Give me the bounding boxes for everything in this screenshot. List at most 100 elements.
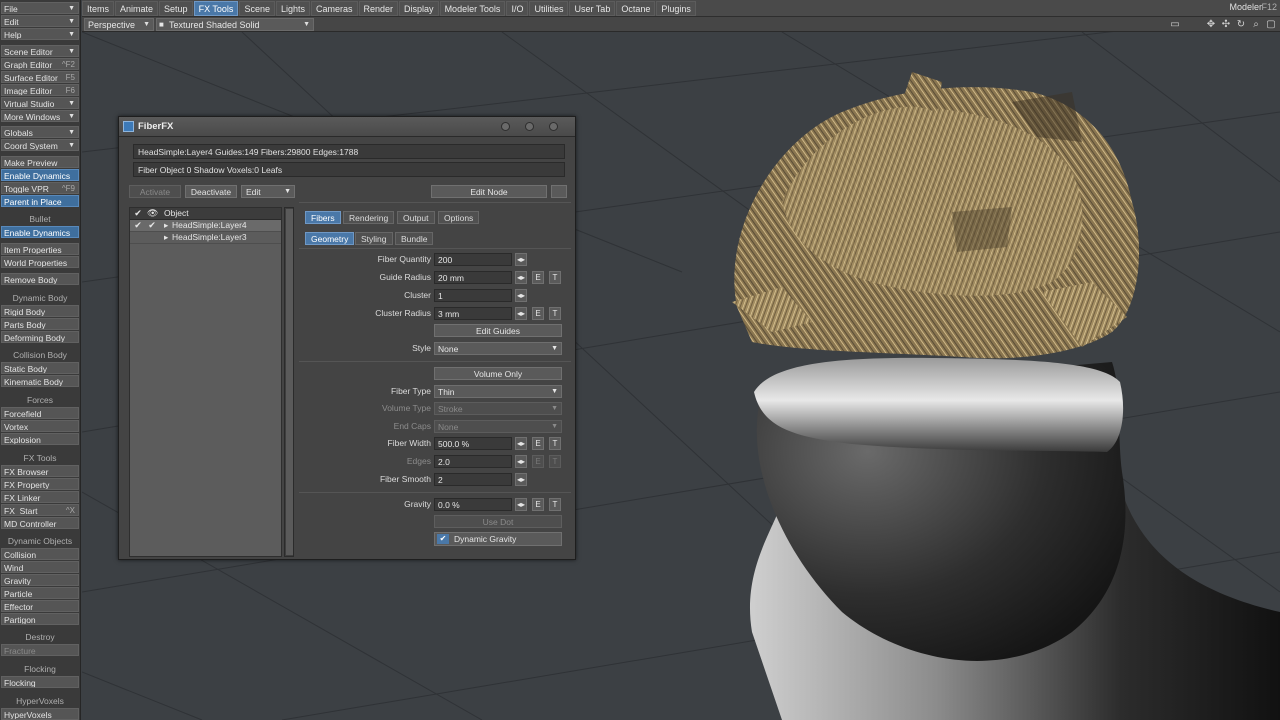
tab-render[interactable]: Render: [358, 0, 399, 16]
deactivate-button[interactable]: Deactivate: [185, 185, 237, 198]
help-menu[interactable]: Help ▼: [1, 28, 79, 40]
pan-view-icon[interactable]: ✣: [1219, 18, 1233, 31]
particle-button[interactable]: Particle: [1, 587, 79, 599]
maximize-button[interactable]: [525, 122, 534, 131]
item-properties-button[interactable]: Item Properties: [1, 243, 79, 255]
modeler-switch[interactable]: Modeler: [1229, 2, 1262, 12]
graph-editor-button[interactable]: Graph Editor ^F2: [1, 58, 79, 70]
expand-arrow-icon[interactable]: ▸: [164, 232, 168, 243]
tab-rendering[interactable]: Rendering: [343, 211, 395, 224]
world-properties-button[interactable]: World Properties: [1, 256, 79, 268]
envelope-button[interactable]: E: [532, 498, 544, 511]
envelope-button[interactable]: E: [532, 437, 544, 450]
fracture-button[interactable]: Fracture: [1, 644, 79, 656]
fiber-type-dropdown[interactable]: Thin ▼: [434, 385, 562, 398]
edit-dropdown[interactable]: Edit ▼: [241, 185, 295, 198]
enable-dynamics-button[interactable]: Enable Dynamics: [1, 169, 79, 181]
tab-user-tab[interactable]: User Tab: [569, 0, 616, 16]
texture-button[interactable]: T: [549, 271, 561, 284]
md-controller-button[interactable]: MD Controller: [1, 517, 79, 529]
activate-button[interactable]: Activate: [129, 185, 181, 198]
tab-octane[interactable]: Octane: [616, 0, 656, 16]
node-toggle-button[interactable]: [551, 185, 567, 198]
explosion-button[interactable]: Explosion: [1, 433, 79, 445]
minimize-button[interactable]: [501, 122, 510, 131]
edit-menu[interactable]: Edit ▼: [1, 15, 79, 27]
tab-setup[interactable]: Setup: [159, 0, 193, 16]
fiber-smooth-field[interactable]: 2: [434, 473, 512, 486]
use-dot-button[interactable]: Use Dot: [434, 515, 562, 528]
edges-field[interactable]: 2.0: [434, 455, 512, 468]
shading-mode-dropdown[interactable]: ■ Textured Shaded Solid ▼: [156, 18, 314, 31]
move-view-icon[interactable]: ✥: [1204, 18, 1218, 31]
tab-geometry[interactable]: Geometry: [305, 232, 355, 245]
close-button[interactable]: [549, 122, 558, 131]
slider-arrows-icon[interactable]: ◂▸: [515, 455, 527, 468]
scrollbar-thumb[interactable]: [286, 209, 293, 555]
tab-lights[interactable]: Lights: [275, 0, 310, 16]
texture-button[interactable]: T: [549, 307, 561, 320]
tab-fibers[interactable]: Fibers: [305, 211, 341, 224]
rigid-body-button[interactable]: Rigid Body: [1, 305, 79, 317]
zoom-icon[interactable]: ⌕: [1249, 18, 1263, 31]
tab-output[interactable]: Output: [397, 211, 435, 224]
slider-arrows-icon[interactable]: ◂▸: [515, 498, 527, 511]
cluster-field[interactable]: 1: [434, 289, 512, 302]
tab-styling[interactable]: Styling: [355, 232, 393, 245]
vortex-button[interactable]: Vortex: [1, 420, 79, 432]
visible-check-icon[interactable]: ✔: [147, 220, 157, 231]
toggle-vpr-button[interactable]: Toggle VPR ^F9: [1, 182, 79, 194]
scene-editor-button[interactable]: Scene Editor ▼: [1, 45, 79, 57]
slider-arrows-icon[interactable]: ◂▸: [515, 307, 527, 320]
image-editor-button[interactable]: Image Editor F6: [1, 84, 79, 96]
envelope-button[interactable]: E: [532, 307, 544, 320]
slider-arrows-icon[interactable]: ◂▸: [515, 289, 527, 302]
view-mode-dropdown[interactable]: Perspective ▼: [84, 18, 154, 31]
object-list-scrollbar[interactable]: [284, 207, 294, 557]
forcefield-button[interactable]: Forcefield: [1, 407, 79, 419]
parent-in-place-button[interactable]: Parent in Place: [1, 195, 79, 207]
maximize-icon[interactable]: ▭: [1168, 18, 1182, 31]
expand-arrow-icon[interactable]: ▸: [164, 220, 168, 231]
fiber-width-field[interactable]: 500.0 %: [434, 437, 512, 450]
volume-type-dropdown[interactable]: Stroke ▼: [434, 402, 562, 415]
parts-body-button[interactable]: Parts Body: [1, 318, 79, 330]
partigon-button[interactable]: Partigon: [1, 613, 79, 625]
tab-bundle[interactable]: Bundle: [395, 232, 434, 245]
bullet-enable-dynamics-button[interactable]: Enable Dynamics: [1, 226, 79, 238]
envelope-button[interactable]: E: [532, 271, 544, 284]
check-column-icon[interactable]: ✔: [133, 208, 143, 219]
active-check-icon[interactable]: ✔: [133, 220, 143, 231]
volume-only-button[interactable]: Volume Only: [434, 367, 562, 380]
fiber-quantity-field[interactable]: 200: [434, 253, 512, 266]
file-menu[interactable]: File ▼: [1, 2, 79, 14]
wind-button[interactable]: Wind: [1, 561, 79, 573]
tab-items[interactable]: Items: [82, 0, 115, 16]
tab-scene[interactable]: Scene: [239, 0, 275, 16]
end-caps-dropdown[interactable]: None ▼: [434, 420, 562, 433]
fx-browser-button[interactable]: FX Browser: [1, 465, 79, 477]
coord-system-button[interactable]: Coord System ▼: [1, 139, 79, 151]
tab-options[interactable]: Options: [438, 211, 480, 224]
rotate-view-icon[interactable]: ↻: [1234, 18, 1248, 31]
fx-linker-button[interactable]: FX Linker: [1, 491, 79, 503]
slider-arrows-icon[interactable]: ◂▸: [515, 253, 527, 266]
texture-button[interactable]: T: [549, 455, 561, 468]
slider-arrows-icon[interactable]: ◂▸: [515, 473, 527, 486]
texture-button[interactable]: T: [549, 437, 561, 450]
more-windows-button[interactable]: More Windows ▼: [1, 110, 79, 122]
effector-button[interactable]: Effector: [1, 600, 79, 612]
slider-arrows-icon[interactable]: ◂▸: [515, 271, 527, 284]
surface-editor-button[interactable]: Surface Editor F5: [1, 71, 79, 83]
dynamic-gravity-toggle[interactable]: ✔ Dynamic Gravity: [434, 532, 562, 546]
deforming-body-button[interactable]: Deforming Body: [1, 331, 79, 343]
tab-animate[interactable]: Animate: [115, 0, 159, 16]
make-preview-button[interactable]: Make Preview: [1, 156, 79, 168]
edit-node-button[interactable]: Edit Node: [431, 185, 547, 198]
fx-start-button[interactable]: FX_Start ^X: [1, 504, 79, 516]
tab-modeler-tools[interactable]: Modeler Tools: [439, 0, 506, 16]
gravity-field[interactable]: 0.0 %: [434, 498, 512, 511]
style-dropdown[interactable]: None ▼: [434, 342, 562, 355]
hypervoxels-button[interactable]: HyperVoxels: [1, 708, 79, 720]
static-body-button[interactable]: Static Body: [1, 362, 79, 374]
